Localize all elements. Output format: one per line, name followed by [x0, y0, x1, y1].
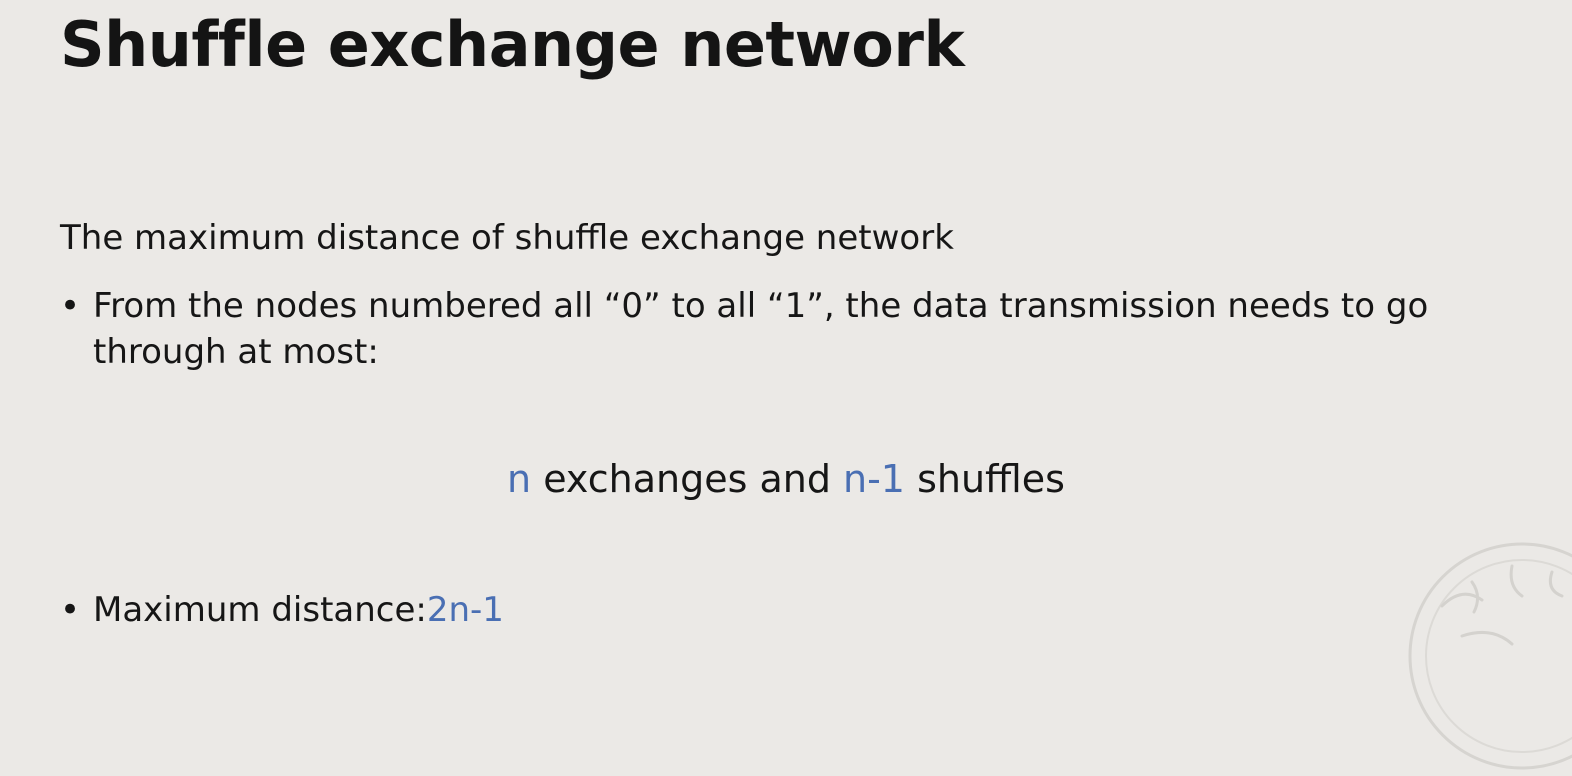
- statement-text: exchanges and: [531, 457, 844, 501]
- statement-text: shuffles: [905, 457, 1065, 501]
- bullet-text: From the nodes numbered all “0” to all “…: [93, 286, 1429, 372]
- centered-statement: n exchanges and n-1 shuffles: [0, 457, 1572, 501]
- highlight-value: 2n-1: [426, 590, 504, 630]
- watermark-seal-icon: [1408, 542, 1572, 770]
- slide: Shuffle exchange network The maximum dis…: [0, 0, 1572, 770]
- bullet-dot: •: [60, 286, 81, 326]
- bullet-dot: •: [60, 590, 81, 630]
- highlight-n: n: [507, 457, 532, 501]
- highlight-n-minus-1: n-1: [843, 457, 905, 501]
- subheading: The maximum distance of shuffle exchange…: [60, 218, 954, 258]
- bullet-item: • Maximum distance: 2n-1: [60, 587, 504, 633]
- slide-title: Shuffle exchange network: [60, 8, 965, 81]
- bullet-item: • From the nodes numbered all “0” to all…: [60, 283, 1500, 375]
- bullet-label: Maximum distance:: [93, 590, 427, 630]
